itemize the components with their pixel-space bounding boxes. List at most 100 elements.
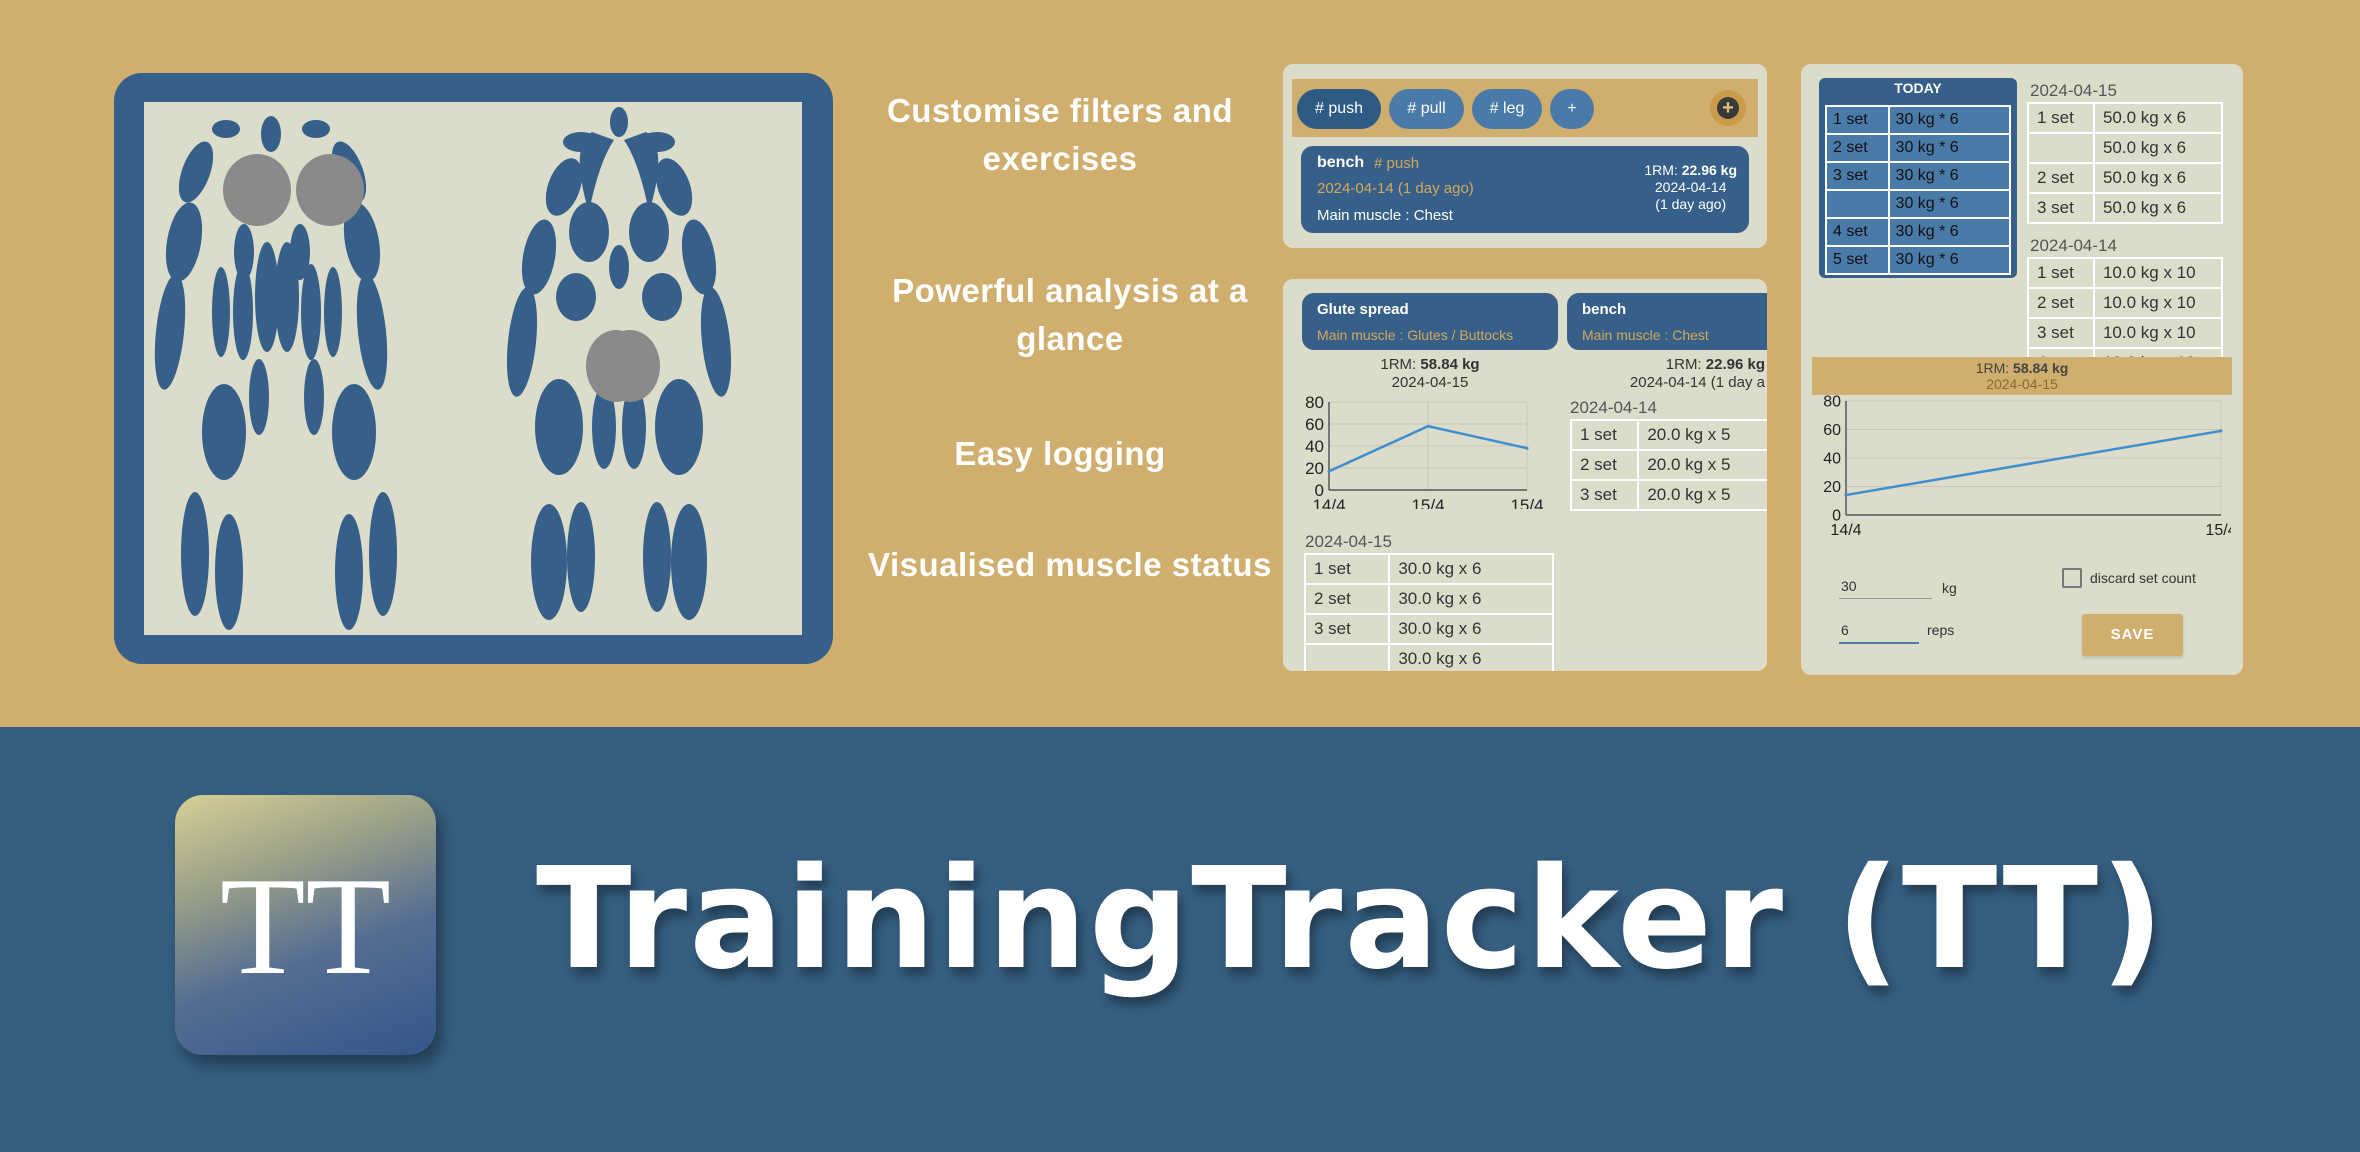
set-row: 5 set 30 kg * 6: [1825, 245, 2012, 275]
card-name: Glute spread: [1317, 301, 1409, 318]
set-value: 30.0 kg x 6: [1388, 613, 1554, 645]
set-row: 2 set 10.0 kg x 10: [2027, 287, 2224, 319]
rm-date: 2024-04-14: [1654, 179, 1727, 195]
today-log: TODAY 1 set 30 kg * 62 set 30 kg * 63 set 3…: [1819, 78, 2017, 278]
analysis-card-glute[interactable]: Glute spread Main muscle : Glutes / Butt…: [1302, 293, 1558, 350]
feature-logging: Easy logging: [954, 435, 1166, 472]
data-point: [1327, 469, 1331, 473]
set-number: 2 set: [1303, 583, 1391, 615]
rm-value: 22.96 kg: [1705, 356, 1765, 373]
set-value: 30.0 kg x 6: [1388, 643, 1554, 671]
data-point: [1426, 424, 1430, 428]
log-date: 2024-04-15: [1305, 532, 1392, 551]
feature-customise: Customise filters and exercises: [886, 92, 1234, 177]
set-number: 4 set: [1825, 217, 1890, 247]
set-number: 1 set: [1569, 419, 1640, 451]
app-icon: TT: [175, 795, 436, 1055]
set-value: 10.0 kg x 10: [2092, 257, 2224, 289]
log-date: 2024-04-15: [2030, 81, 2117, 100]
set-number: 3 set: [1825, 161, 1890, 191]
rm-date: 2024-04-15: [1391, 374, 1469, 391]
set-value: 30.0 kg x 6: [1388, 553, 1554, 585]
set-value: 20.0 kg x 5: [1637, 419, 1767, 451]
set-value: 50.0 kg x 6: [2092, 132, 2224, 164]
filters-screenshot: # push # pull # leg + + bench # push 202…: [1283, 64, 1767, 248]
set-log-table: 1 set 10.0 kg x 10 2 set 10.0 kg x 10 3 set 1…: [2027, 257, 2224, 359]
rm-line: 1RM: 22.96 kg: [1644, 162, 1737, 178]
set-value: 20.0 kg x 5: [1637, 479, 1767, 511]
set-value: 10.0 kg x 10: [2092, 317, 2224, 349]
y-tick-label: 20: [1823, 479, 1841, 496]
x-tick-label: 15/4: [1411, 496, 1444, 509]
set-row: 2 set 20.0 kg x 5: [1569, 449, 1767, 481]
set-value: 20.0 kg x 5: [1637, 449, 1767, 481]
set-row: 2 set 30 kg * 6: [1825, 133, 2012, 163]
y-tick-label: 80: [1305, 394, 1324, 412]
set-number: 1 set: [2027, 102, 2095, 134]
set-row: 1 set 50.0 kg x 6: [2027, 102, 2224, 134]
set-value: 50.0 kg x 6: [2092, 102, 2224, 134]
body-figure-icon: [154, 107, 732, 630]
set-row: 3 set 50.0 kg x 6: [2027, 192, 2224, 224]
set-row: 2 set 30.0 kg x 6: [1303, 583, 1554, 615]
set-number: 3 set: [2027, 317, 2095, 349]
rm-value: 22.96 kg: [1681, 162, 1737, 178]
card-muscle: Main muscle : Glutes / Buttocks: [1317, 327, 1514, 343]
set-value: 30 kg * 6: [1887, 105, 2012, 135]
save-button[interactable]: SAVE: [2082, 614, 2183, 656]
exercise-card[interactable]: bench # push 2024-04-14 (1 day ago) Main…: [1301, 146, 1749, 233]
set-row: 1 set 10.0 kg x 10: [2027, 257, 2224, 289]
rm-summary: 1RM: 58.84 kg 2024-04-15: [1812, 357, 2232, 395]
rm-date: 2024-04-15: [1986, 376, 2058, 392]
set-log-table: 1 set 50.0 kg x 6 50.0 kg x 62 set 50.0 kg …: [2027, 102, 2224, 224]
log-date: 2024-04-14: [2030, 236, 2117, 255]
x-tick-label: 15/4: [2205, 522, 2231, 539]
reps-input[interactable]: 6: [1841, 622, 1849, 638]
exercise-tag: # push: [1374, 155, 1420, 172]
today-header: TODAY: [1894, 80, 1942, 96]
reps-unit: reps: [1927, 622, 1955, 638]
set-row: 1 set 30 kg * 6: [1825, 105, 2012, 135]
set-number: 1 set: [2027, 257, 2095, 289]
tablet-mockup: [114, 73, 833, 664]
exercise-last-date: 2024-04-14 (1 day ago): [1317, 180, 1474, 197]
add-exercise-button[interactable]: +: [1710, 90, 1746, 126]
rm-ago: (1 day ago): [1655, 196, 1727, 212]
y-tick-label: 60: [1823, 422, 1841, 439]
analysis-card-bench[interactable]: bench Main muscle : Chest: [1567, 293, 1767, 350]
x-tick-label: 14/4: [1830, 522, 1861, 539]
set-row: 3 set 30 kg * 6: [1825, 161, 2012, 191]
set-number: 2 set: [1825, 133, 1890, 163]
set-row: 30 kg * 6: [1825, 189, 2012, 219]
set-row: 3 set 20.0 kg x 5: [1569, 479, 1767, 511]
app-title: TrainingTracker (TT): [536, 838, 2167, 1001]
weight-underline: [1839, 598, 1932, 599]
chip-pull[interactable]: # pull: [1389, 89, 1464, 129]
set-row: 1 set 30.0 kg x 6: [1303, 553, 1554, 585]
set-row: 1 set 20.0 kg x 5: [1569, 419, 1767, 451]
chip-leg[interactable]: # leg: [1472, 89, 1542, 129]
set-row: 3 set 10.0 kg x 10: [2027, 317, 2224, 349]
weight-input[interactable]: 30: [1841, 578, 1857, 594]
data-point: [2219, 429, 2223, 433]
discard-checkbox[interactable]: [2062, 568, 2082, 588]
set-row: 50.0 kg x 6: [2027, 132, 2224, 164]
logging-screenshot: TODAY 1 set 30 kg * 62 set 30 kg * 63 set 3…: [1801, 64, 2243, 675]
set-log-table: 1 set 20.0 kg x 52 set 20.0 kg x 53 set 20.…: [1569, 419, 1767, 511]
set-number: [1825, 189, 1890, 219]
chip-push[interactable]: # push: [1297, 89, 1381, 129]
filter-bar: # push # pull # leg + +: [1292, 79, 1758, 137]
data-point: [1525, 446, 1529, 450]
chip-add-filter[interactable]: +: [1550, 89, 1594, 129]
card-name: bench: [1582, 301, 1627, 318]
rm-value: 58.84 kg: [2013, 360, 2069, 376]
set-row: 2 set 50.0 kg x 6: [2027, 162, 2224, 194]
y-tick-label: 40: [1305, 437, 1324, 456]
log-date: 2024-04-14: [1570, 398, 1657, 417]
today-sets-table: 1 set 30 kg * 62 set 30 kg * 63 set 30 kg *…: [1825, 105, 2012, 275]
set-value: 30 kg * 6: [1887, 161, 2012, 191]
set-value: 50.0 kg x 6: [2092, 192, 2224, 224]
set-number: 1 set: [1825, 105, 1890, 135]
set-number: 3 set: [2027, 192, 2095, 224]
feature-analysis: Powerful analysis at a glance: [892, 272, 1248, 357]
